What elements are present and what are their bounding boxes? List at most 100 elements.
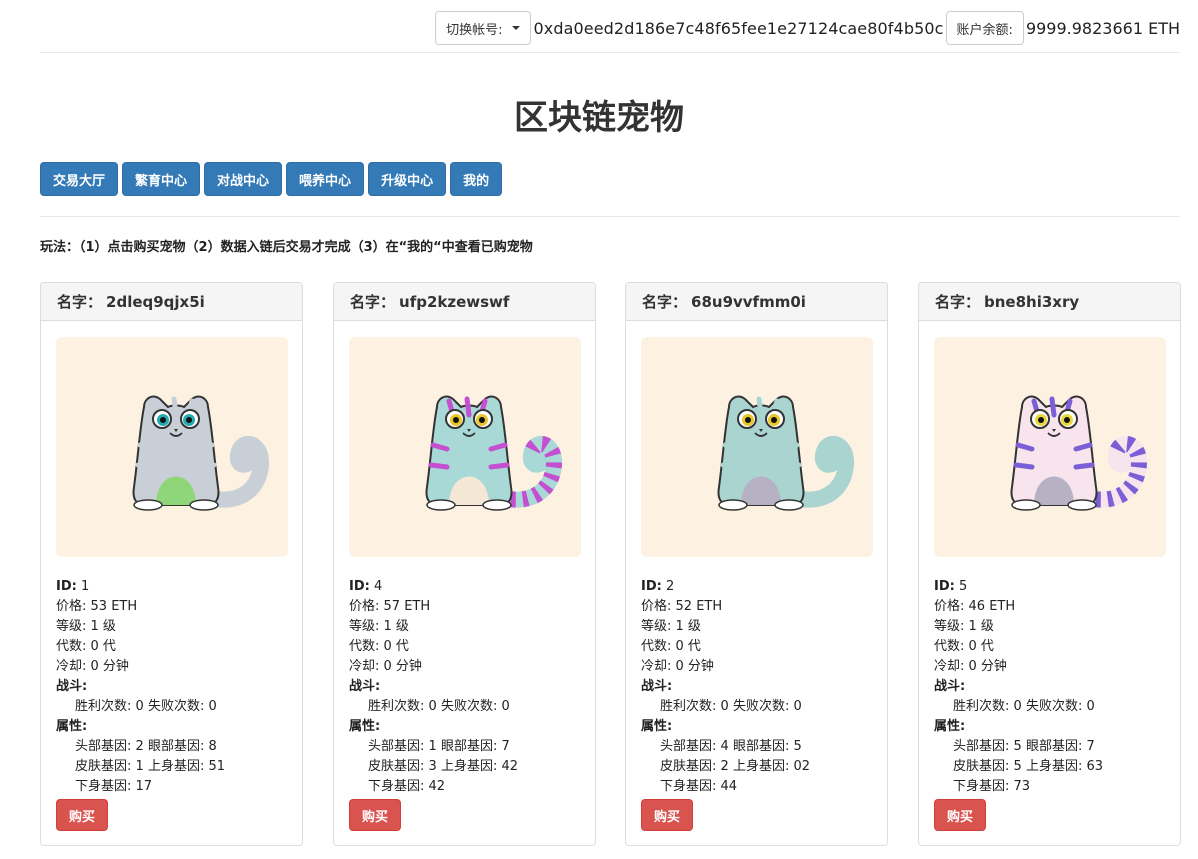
nav-feeding-center[interactable]: 喂养中心 [286,162,365,196]
pet-id: 5 [958,579,968,594]
pet-upper-gene: 51 [208,759,226,774]
pet-image [934,337,1166,557]
pet-name: 68u9vvfmm0i [691,292,806,311]
lower-gene-label: 下身基因: [660,779,717,794]
losses-label: 失败次数: [440,699,498,714]
level-label: 等级: [934,619,965,634]
pet-name-header: 名字： ufp2kzewswf [334,283,595,321]
page-title: 区块链宠物 [514,98,684,138]
cooldown-label: 冷却: [934,659,965,674]
skin-gene-label: 皮肤基因: [953,759,1010,774]
pet-skin-gene: 3 [428,759,437,774]
switch-account-label: 切换帐号: [446,22,503,38]
nav-battle-center[interactable]: 对战中心 [204,162,283,196]
pet-head-gene: 4 [720,739,729,754]
attributes-label: 属性: [641,719,673,734]
pet-id: 2 [665,579,675,594]
pet-upper-gene: 63 [1086,759,1104,774]
eye-gene-label: 眼部基因: [732,739,790,754]
pet-level: 1 级 [90,619,116,634]
pet-details: ID: 1 价格: 53 ETH 等级: 1 级 代数: 0 代 冷却: 0 分… [56,577,296,797]
battle-label: 战斗: [641,679,673,694]
pet-upper-gene: 42 [501,759,519,774]
pet-name: bne8hi3xry [984,292,1080,311]
pet-name-label: 名字： [642,293,688,311]
pet-lower-gene: 17 [135,779,153,794]
wins-label: 胜利次数: [75,699,132,714]
generation-label: 代数: [641,639,672,654]
eye-gene-label: 眼部基因: [147,739,205,754]
pet-cooldown: 0 分钟 [968,659,1007,674]
pet-skin-gene: 1 [135,759,144,774]
pet-cooldown: 0 分钟 [383,659,422,674]
id-label: ID: [641,579,662,594]
pet-name-label: 名字： [57,293,103,311]
pet-lower-gene: 44 [720,779,738,794]
nav-breeding-center[interactable]: 繁育中心 [122,162,201,196]
pet-name-header: 名字： bne8hi3xry [919,283,1180,321]
balance-label: 账户余额: [956,22,1013,38]
pet-upper-gene: 02 [793,759,811,774]
nav-upgrade-center[interactable]: 升级中心 [368,162,447,196]
pet-name-label: 名字： [935,293,981,311]
level-label: 等级: [641,619,672,634]
price-label: 价格: [349,599,380,614]
cat-illustration [132,395,270,511]
pet-image [56,337,288,557]
battle-label: 战斗: [56,679,88,694]
nav-trading-hall[interactable]: 交易大厅 [40,162,119,196]
pet-losses: 0 [501,699,510,714]
head-gene-label: 头部基因: [75,739,132,754]
attributes-label: 属性: [349,719,381,734]
upper-gene-label: 上身基因: [440,759,498,774]
upper-gene-label: 上身基因: [147,759,205,774]
pet-image [641,337,873,557]
pet-eye-gene: 7 [1086,739,1095,754]
switch-account-dropdown[interactable]: 切换帐号: [435,11,532,45]
pet-id: 1 [80,579,90,594]
pet-losses: 0 [793,699,802,714]
buy-button[interactable]: 购买 [349,799,402,831]
pet-name-label: 名字： [350,293,396,311]
skin-gene-label: 皮肤基因: [75,759,132,774]
chevron-down-icon [512,26,521,30]
buy-button[interactable]: 购买 [934,799,987,831]
cat-illustration [1010,395,1148,511]
account-address: 0xda0eed2d186e7c48f65fee1e27124cae80f4b5… [533,18,944,38]
nav-mine[interactable]: 我的 [450,162,503,196]
pet-lower-gene: 42 [428,779,446,794]
buy-button[interactable]: 购买 [641,799,694,831]
pet-losses: 0 [208,699,217,714]
wins-label: 胜利次数: [660,699,717,714]
wins-label: 胜利次数: [368,699,425,714]
balance-button[interactable]: 账户余额: [945,11,1024,45]
id-label: ID: [56,579,77,594]
pet-wins: 0 [135,699,144,714]
cat-illustration [425,395,563,511]
battle-label: 战斗: [349,679,381,694]
pet-price: 53 ETH [90,599,138,614]
generation-label: 代数: [349,639,380,654]
pet-wins: 0 [428,699,437,714]
losses-label: 失败次数: [147,699,205,714]
pet-name-header: 名字： 2dleq9qjx5i [41,283,302,321]
losses-label: 失败次数: [732,699,790,714]
losses-label: 失败次数: [1025,699,1083,714]
generation-label: 代数: [56,639,87,654]
buy-button[interactable]: 购买 [56,799,109,831]
pet-card: 名字： 2dleq9qjx5i ID: 1 价格: 53 ETH 等级: 1 级… [40,282,303,846]
pet-id: 4 [373,579,383,594]
pet-card: 名字： bne8hi3xry ID: 5 价格: 46 ETH 等级: 1 级 … [918,282,1181,846]
upper-gene-label: 上身基因: [1025,759,1083,774]
skin-gene-label: 皮肤基因: [368,759,425,774]
divider [40,52,1180,53]
lower-gene-label: 下身基因: [75,779,132,794]
pet-eye-gene: 8 [208,739,217,754]
pet-lower-gene: 73 [1013,779,1031,794]
pet-cooldown: 0 分钟 [90,659,129,674]
pet-skin-gene: 5 [1013,759,1022,774]
pet-generation: 0 代 [968,639,994,654]
head-gene-label: 头部基因: [953,739,1010,754]
pet-eye-gene: 7 [501,739,510,754]
pet-wins: 0 [1013,699,1022,714]
